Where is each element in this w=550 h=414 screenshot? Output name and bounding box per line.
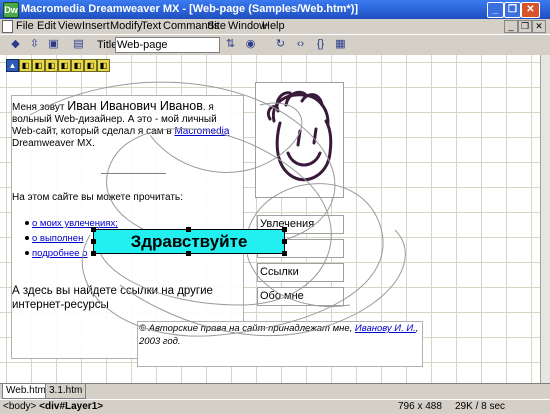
resize-handle[interactable]	[282, 239, 287, 244]
document-icon[interactable]	[2, 20, 13, 33]
code-navigation-icon[interactable]: {}	[314, 38, 327, 51]
menu-site[interactable]: Site	[207, 20, 226, 32]
tag-selector: <body> <div#Layer1>	[3, 400, 103, 413]
split-view-icon[interactable]: ⇳	[28, 38, 41, 51]
preview-in-browser-icon[interactable]: ◉	[244, 38, 257, 51]
minimize-button[interactable]: _	[487, 2, 504, 18]
menu-edit[interactable]: Edit	[37, 20, 56, 32]
live-data-icon[interactable]: ▤	[72, 38, 85, 51]
resize-handle[interactable]	[282, 251, 287, 256]
resize-handle[interactable]	[91, 239, 96, 244]
menu-bar: File Edit View Insert Modify Text Comman…	[0, 19, 550, 34]
restore-button[interactable]: ❐	[504, 2, 521, 18]
doc-restore-button[interactable]: ❐	[518, 20, 532, 33]
download-size: 29K / 8 sec	[455, 401, 506, 412]
design-canvas[interactable]: ▲ ◧ ◧ ◧ ◧ ◧ ◧ ◧ Меня зовут Иван Иванович…	[0, 55, 540, 383]
resize-handle[interactable]	[91, 227, 96, 232]
title-bar: Dw Macromedia Dreamweaver MX - [Web-page…	[0, 0, 550, 19]
hello-text: Здравствуйте	[130, 232, 248, 251]
window-size[interactable]: 796 x 488	[398, 400, 442, 413]
resize-handle[interactable]	[91, 251, 96, 256]
menu-modify[interactable]: Modify	[110, 20, 142, 32]
menu-file[interactable]: File	[16, 20, 34, 32]
hello-layer[interactable]: Здравствуйте	[91, 227, 287, 256]
resize-handle[interactable]	[282, 227, 287, 232]
close-button[interactable]: ✕	[521, 2, 540, 18]
document-tabs: Web.htm * 3.1.htm	[0, 383, 550, 400]
design-view-icon[interactable]: ▣	[47, 38, 60, 51]
menu-text[interactable]: Text	[141, 20, 161, 32]
menu-view[interactable]: View	[58, 20, 82, 32]
tab-3-1-htm[interactable]: 3.1.htm	[45, 384, 87, 399]
refresh-icon[interactable]: ↻	[274, 38, 287, 51]
tag-body[interactable]: <body>	[3, 401, 36, 412]
status-bar: <body> <div#Layer1> 796 x 488 29K / 8 se…	[0, 399, 550, 414]
file-management-icon[interactable]: ⇅	[224, 38, 237, 51]
document-toolbar: ◆ ⇳ ▣ ▤ Title: Web-page ⇅ ◉ ↻ ‹› {} ▦	[0, 34, 550, 56]
window-title: Macromedia Dreamweaver MX - [Web-page (S…	[21, 3, 359, 15]
view-options-icon[interactable]: ▦	[334, 38, 347, 51]
reference-icon[interactable]: ‹›	[294, 38, 307, 51]
doc-close-button[interactable]: ✕	[532, 20, 546, 33]
menu-help[interactable]: Help	[262, 20, 285, 32]
resize-handle[interactable]	[186, 227, 191, 232]
code-view-icon[interactable]: ◆	[9, 38, 22, 51]
dreamweaver-app-icon[interactable]: Dw	[3, 2, 19, 18]
motion-path-scribble	[29, 81, 406, 337]
menu-insert[interactable]: Insert	[82, 20, 110, 32]
doc-minimize-button[interactable]: _	[504, 20, 518, 33]
vertical-scrollbar[interactable]	[540, 55, 550, 383]
resize-handle[interactable]	[186, 251, 191, 256]
page-title-input[interactable]: Web-page	[115, 37, 220, 53]
tag-layer[interactable]: <div#Layer1>	[39, 401, 103, 412]
